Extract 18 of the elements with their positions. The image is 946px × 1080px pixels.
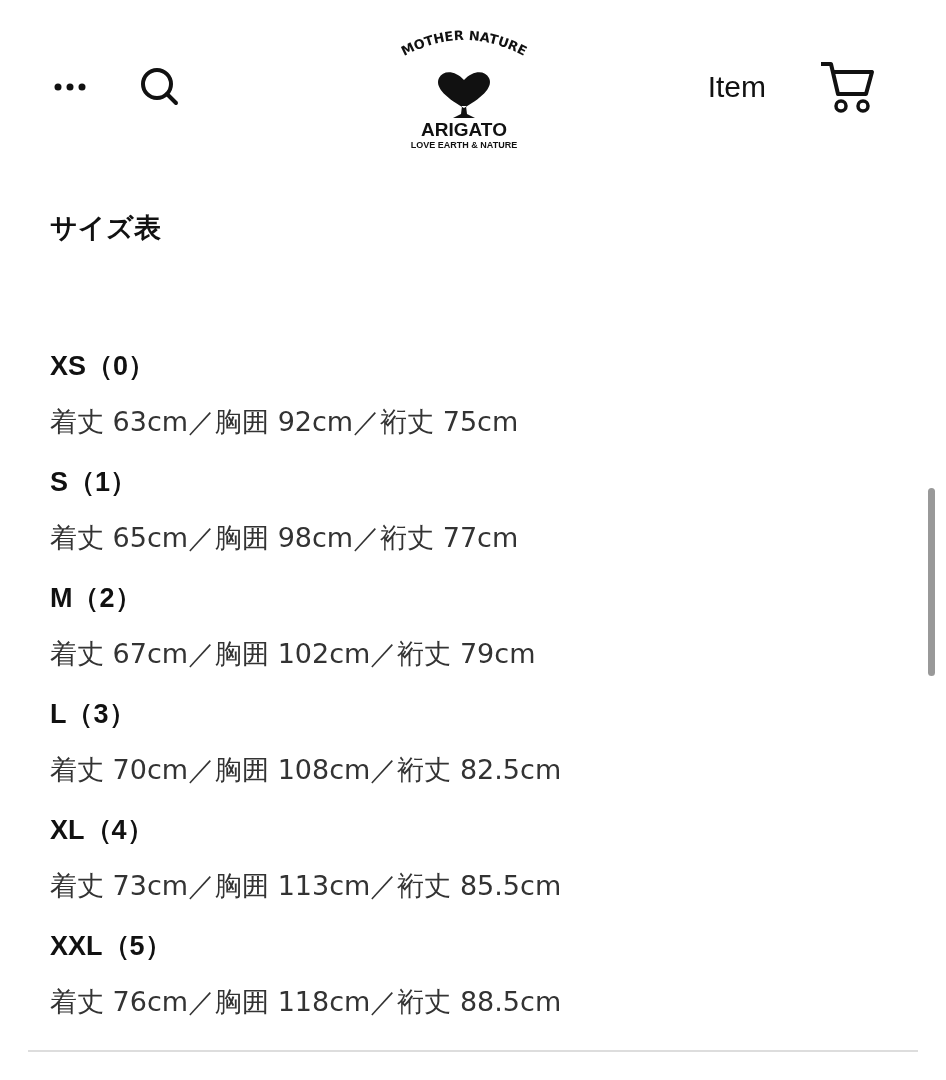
logo-name: ARIGATO bbox=[421, 119, 507, 140]
size-measurements: 着丈 73cm／胸囲 113cm／裄丈 85.5cm bbox=[50, 869, 563, 903]
logo-tagline: LOVE EARTH & NATURE bbox=[410, 139, 518, 151]
size-label: S（1） bbox=[50, 466, 139, 499]
size-measurements: 着丈 76cm／胸囲 118cm／裄丈 88.5cm bbox=[50, 985, 563, 1019]
section-heading: サイズ表 bbox=[50, 211, 162, 245]
size-label: XXL（5） bbox=[50, 930, 173, 963]
size-label: XS（0） bbox=[50, 350, 157, 383]
size-label: M（2） bbox=[50, 582, 143, 615]
size-measurements: 着丈 65cm／胸囲 98cm／裄丈 77cm bbox=[50, 521, 520, 555]
size-label: XL（4） bbox=[50, 814, 155, 847]
size-measurements: 着丈 67cm／胸囲 102cm／裄丈 79cm bbox=[50, 637, 537, 671]
size-measurements: 着丈 63cm／胸囲 92cm／裄丈 75cm bbox=[50, 405, 520, 439]
size-measurements: 着丈 70cm／胸囲 108cm／裄丈 82.5cm bbox=[50, 753, 563, 787]
item-link[interactable]: Item bbox=[707, 70, 766, 104]
more-icon[interactable] bbox=[52, 82, 88, 92]
scrollbar[interactable] bbox=[928, 488, 935, 676]
size-label: L（3） bbox=[50, 698, 137, 731]
